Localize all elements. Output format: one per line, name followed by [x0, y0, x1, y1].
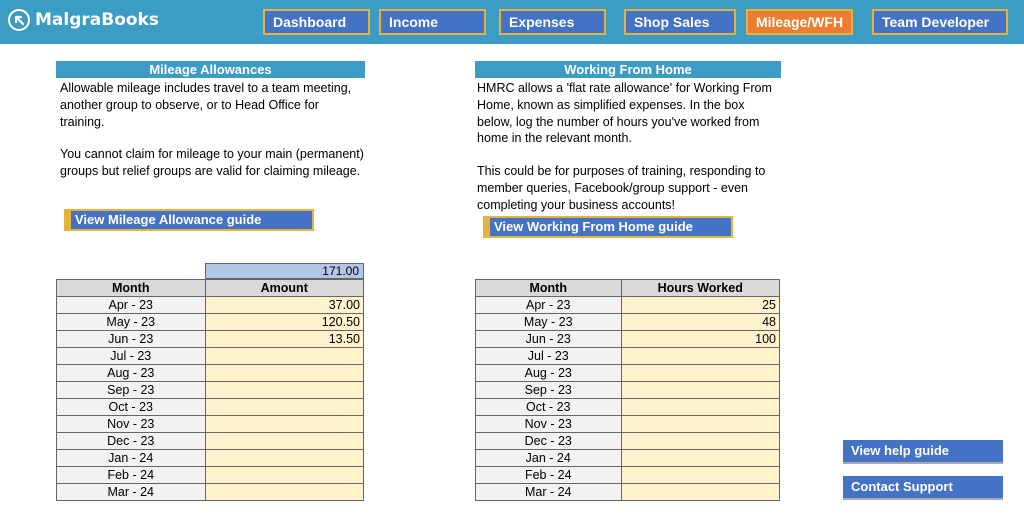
mileage-paragraph-1: Allowable mileage includes travel to a t…: [60, 81, 352, 129]
column-header-month: Month: [56, 279, 206, 297]
mileage-heading: Mileage Allowances: [56, 61, 365, 78]
month-cell: Nov - 23: [475, 415, 622, 433]
month-cell: Mar - 24: [475, 483, 622, 501]
amount-cell[interactable]: [204, 381, 364, 399]
table-row: Oct - 23: [475, 398, 780, 416]
table-row: Nov - 23: [475, 415, 780, 433]
amount-cell[interactable]: 13.50: [204, 330, 364, 348]
table-row: Jan - 24: [56, 449, 364, 467]
hours-cell[interactable]: [620, 381, 780, 399]
table-row: May - 23 120.50: [56, 313, 364, 331]
table-row: Nov - 23: [56, 415, 364, 433]
table-row: Mar - 24: [56, 483, 364, 501]
hours-cell[interactable]: [620, 466, 780, 484]
month-cell: Nov - 23: [56, 415, 206, 433]
wfh-heading: Working From Home: [475, 61, 781, 78]
table-row: Apr - 23 25: [475, 296, 780, 314]
amount-cell[interactable]: 37.00: [204, 296, 364, 314]
table-row: Jun - 23 100: [475, 330, 780, 348]
top-nav-bar: MalgraBooks Dashboard Income Expenses Sh…: [0, 0, 1024, 44]
month-cell: Jun - 23: [475, 330, 622, 348]
hours-cell[interactable]: [620, 415, 780, 433]
month-cell: Mar - 24: [56, 483, 206, 501]
table-row: Jan - 24: [475, 449, 780, 467]
mileage-paragraph-2: You cannot claim for mileage to your mai…: [60, 147, 364, 178]
amount-cell[interactable]: [204, 415, 364, 433]
table-row: Aug - 23: [56, 364, 364, 382]
month-cell: Jul - 23: [475, 347, 622, 365]
month-cell: Feb - 24: [475, 466, 622, 484]
nav-income[interactable]: Income: [379, 9, 486, 35]
view-mileage-guide-button[interactable]: View Mileage Allowance guide: [64, 209, 314, 231]
view-help-guide-button[interactable]: View help guide: [843, 440, 1003, 464]
table-row: Dec - 23: [475, 432, 780, 450]
nav-team-developer[interactable]: Team Developer: [872, 9, 1008, 35]
table-row: Oct - 23: [56, 398, 364, 416]
amount-cell[interactable]: 120.50: [204, 313, 364, 331]
arrow-up-left-icon: [8, 9, 30, 31]
nav-expenses[interactable]: Expenses: [499, 9, 606, 35]
table-row: Jul - 23: [56, 347, 364, 365]
table-row: Feb - 24: [56, 466, 364, 484]
mileage-total: 171.00: [205, 263, 364, 279]
hours-cell[interactable]: 25: [620, 296, 780, 314]
month-cell: Jun - 23: [56, 330, 206, 348]
nav-dashboard[interactable]: Dashboard: [263, 9, 370, 35]
table-row: Sep - 23: [56, 381, 364, 399]
hours-cell[interactable]: [620, 432, 780, 450]
brand-name: MalgraBooks: [35, 10, 159, 30]
brand-logo[interactable]: MalgraBooks: [8, 9, 159, 31]
amount-cell[interactable]: [204, 466, 364, 484]
month-cell: May - 23: [56, 313, 206, 331]
month-cell: Jul - 23: [56, 347, 206, 365]
wfh-paragraph-1: HMRC allows a 'flat rate allowance' for …: [477, 81, 772, 146]
hours-cell[interactable]: [620, 364, 780, 382]
month-cell: Jan - 24: [56, 449, 206, 467]
table-row: Jun - 23 13.50: [56, 330, 364, 348]
amount-cell[interactable]: [204, 449, 364, 467]
month-cell: Oct - 23: [56, 398, 206, 416]
view-wfh-guide-button[interactable]: View Working From Home guide: [483, 216, 733, 238]
column-header-hours-worked: Hours Worked: [620, 279, 780, 297]
hours-cell[interactable]: [620, 398, 780, 416]
table-row: Dec - 23: [56, 432, 364, 450]
month-cell: Aug - 23: [56, 364, 206, 382]
month-cell: Jan - 24: [475, 449, 622, 467]
table-row: Mar - 24: [475, 483, 780, 501]
nav-mileage-wfh[interactable]: Mileage/WFH: [746, 9, 853, 35]
table-row: Feb - 24: [475, 466, 780, 484]
amount-cell[interactable]: [204, 483, 364, 501]
month-cell: Aug - 23: [475, 364, 622, 382]
hours-cell[interactable]: [620, 347, 780, 365]
month-cell: May - 23: [475, 313, 622, 331]
column-header-amount: Amount: [204, 279, 364, 297]
amount-cell[interactable]: [204, 364, 364, 382]
amount-cell[interactable]: [204, 398, 364, 416]
table-row: Apr - 23 37.00: [56, 296, 364, 314]
month-cell: Apr - 23: [56, 296, 206, 314]
month-cell: Dec - 23: [475, 432, 622, 450]
month-cell: Oct - 23: [475, 398, 622, 416]
mileage-table: Month Amount Apr - 23 37.00 May - 23 120.50…: [56, 279, 364, 501]
nav-shop-sales[interactable]: Shop Sales: [624, 9, 736, 35]
hours-cell[interactable]: [620, 483, 780, 501]
hours-cell[interactable]: [620, 449, 780, 467]
table-row: Sep - 23: [475, 381, 780, 399]
contact-support-button[interactable]: Contact Support: [843, 476, 1003, 500]
table-row: May - 23 48: [475, 313, 780, 331]
wfh-table: Month Hours Worked Apr - 23 25 May - 23 48 J…: [475, 279, 780, 501]
month-cell: Apr - 23: [475, 296, 622, 314]
wfh-paragraph-2: This could be for purposes of training, …: [477, 164, 766, 212]
amount-cell[interactable]: [204, 347, 364, 365]
hours-cell[interactable]: 100: [620, 330, 780, 348]
table-row: Aug - 23: [475, 364, 780, 382]
month-cell: Feb - 24: [56, 466, 206, 484]
month-cell: Sep - 23: [475, 381, 622, 399]
month-cell: Dec - 23: [56, 432, 206, 450]
amount-cell[interactable]: [204, 432, 364, 450]
hours-cell[interactable]: 48: [620, 313, 780, 331]
table-row: Jul - 23: [475, 347, 780, 365]
month-cell: Sep - 23: [56, 381, 206, 399]
column-header-month: Month: [475, 279, 622, 297]
